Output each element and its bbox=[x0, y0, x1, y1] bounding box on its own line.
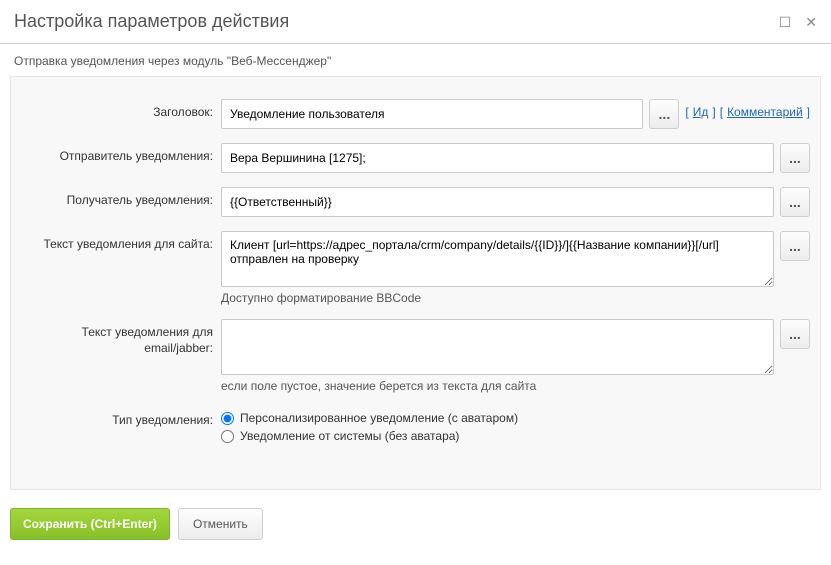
site-text-textarea[interactable]: Клиент [url=https://адрес_портала/crm/co… bbox=[221, 231, 774, 287]
radio-personalized[interactable]: Персонализированное уведомление (с авата… bbox=[221, 411, 518, 425]
header-picker-button[interactable]: ... bbox=[649, 99, 679, 129]
recipient-input[interactable] bbox=[221, 187, 774, 217]
email-text-picker-button[interactable]: ... bbox=[780, 319, 810, 349]
radio-personalized-label: Персонализированное уведомление (с авата… bbox=[240, 411, 518, 425]
site-text-picker-button[interactable]: ... bbox=[780, 231, 810, 261]
dialog-subtitle: Отправка уведомления через модуль "Веб-М… bbox=[0, 44, 831, 76]
email-text-textarea[interactable] bbox=[221, 319, 774, 375]
email-empty-helper: если поле пустое, значение берется из те… bbox=[221, 379, 774, 393]
radio-system-input[interactable] bbox=[221, 430, 234, 443]
header-input[interactable] bbox=[221, 99, 643, 129]
dialog-footer: Сохранить (Ctrl+Enter) Отменить bbox=[0, 504, 831, 554]
row-notif-type: Тип уведомления: Персонализированное уве… bbox=[21, 407, 810, 447]
close-icon[interactable]: ✕ bbox=[805, 15, 817, 29]
window-controls: ☐ ✕ bbox=[779, 15, 817, 29]
radio-system[interactable]: Уведомление от системы (без аватара) bbox=[221, 429, 518, 443]
label-sender: Отправитель уведомления: bbox=[21, 143, 221, 165]
sender-picker-button[interactable]: ... bbox=[780, 143, 810, 173]
row-header: Заголовок: ... [Ид] [Комментарий] bbox=[21, 99, 810, 129]
row-site-text: Текст уведомления для сайта: Клиент [url… bbox=[21, 231, 810, 305]
sender-input[interactable] bbox=[221, 143, 774, 173]
radio-system-label: Уведомление от системы (без аватара) bbox=[240, 429, 459, 443]
row-email-text: Текст уведомления для email/jabber: если… bbox=[21, 319, 810, 393]
maximize-icon[interactable]: ☐ bbox=[779, 15, 792, 29]
label-site-text: Текст уведомления для сайта: bbox=[21, 231, 221, 253]
link-id[interactable]: Ид bbox=[693, 105, 709, 119]
bbcode-helper: Доступно форматирование BBCode bbox=[221, 291, 774, 305]
save-button[interactable]: Сохранить (Ctrl+Enter) bbox=[10, 508, 170, 540]
label-recipient: Получатель уведомления: bbox=[21, 187, 221, 209]
row-recipient: Получатель уведомления: ... bbox=[21, 187, 810, 217]
dialog-window: Настройка параметров действия ☐ ✕ Отправ… bbox=[0, 0, 831, 554]
cancel-button[interactable]: Отменить bbox=[178, 508, 263, 540]
label-header: Заголовок: bbox=[21, 99, 221, 121]
recipient-picker-button[interactable]: ... bbox=[780, 187, 810, 217]
notif-type-radio-group: Персонализированное уведомление (с авата… bbox=[221, 407, 518, 447]
header-links: [Ид] [Комментарий] bbox=[685, 99, 810, 119]
label-email-text: Текст уведомления для email/jabber: bbox=[21, 319, 221, 356]
dialog-title: Настройка параметров действия bbox=[14, 11, 779, 32]
row-sender: Отправитель уведомления: ... bbox=[21, 143, 810, 173]
form-body: Заголовок: ... [Ид] [Комментарий] Отправ… bbox=[10, 76, 821, 490]
title-bar: Настройка параметров действия ☐ ✕ bbox=[0, 0, 831, 44]
radio-personalized-input[interactable] bbox=[221, 412, 234, 425]
link-comment[interactable]: Комментарий bbox=[727, 105, 803, 119]
label-notif-type: Тип уведомления: bbox=[21, 407, 221, 429]
